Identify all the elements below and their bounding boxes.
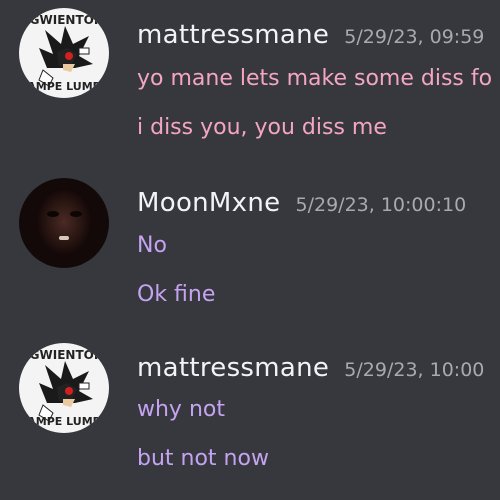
- timestamp: 5/29/23, 10:00: [344, 359, 485, 381]
- timestamp: 5/29/23, 09:59: [344, 26, 485, 48]
- message-text: Ok fine: [137, 282, 216, 307]
- avatar-text-top: GWIENTOI: [30, 348, 99, 362]
- message-group: GWIENTOI AMPE LUMP mattressmane 5/29/23,…: [0, 0, 500, 150]
- message-group: MoonMxne 5/29/23, 10:00:10 No Ok fine: [0, 170, 500, 320]
- message-group: GWIENTOI AMPE LUMP mattressmane 5/29/23,…: [0, 335, 500, 485]
- avatar[interactable]: GWIENTOI AMPE LUMP: [19, 343, 109, 433]
- message-text: No: [137, 233, 167, 258]
- user-photo-avatar-image: [19, 178, 109, 268]
- message-text: but not now: [137, 446, 269, 471]
- shadow-hedgehog-avatar-image: GWIENTOI AMPE LUMP: [19, 343, 109, 433]
- message-header: MoonMxne 5/29/23, 10:00:10: [137, 188, 466, 218]
- message-text: why not: [137, 397, 225, 422]
- avatar-text-bottom: AMPE LUMP: [27, 80, 100, 93]
- username[interactable]: MoonMxne: [137, 188, 280, 218]
- avatar-text-top: GWIENTOI: [30, 13, 99, 27]
- username[interactable]: mattressmane: [137, 20, 329, 50]
- message-header: mattressmane 5/29/23, 10:00: [137, 353, 484, 383]
- avatar[interactable]: GWIENTOI AMPE LUMP: [19, 8, 109, 98]
- timestamp: 5/29/23, 10:00:10: [295, 194, 467, 216]
- message-text: yo mane lets make some diss fo: [137, 66, 493, 91]
- chat-message-list: GWIENTOI AMPE LUMP mattressmane 5/29/23,…: [0, 0, 500, 500]
- username[interactable]: mattressmane: [137, 353, 329, 383]
- avatar[interactable]: [19, 178, 109, 268]
- shadow-hedgehog-avatar-image: GWIENTOI AMPE LUMP: [19, 8, 109, 98]
- message-text: i diss you, you diss me: [137, 115, 387, 140]
- message-header: mattressmane 5/29/23, 09:59: [137, 20, 484, 50]
- avatar-text-bottom: AMPE LUMP: [27, 415, 100, 428]
